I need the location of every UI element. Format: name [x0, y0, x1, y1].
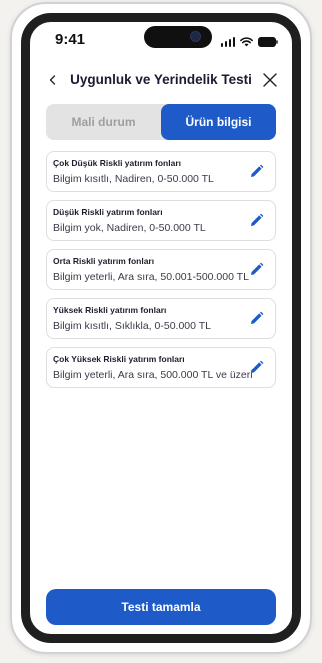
pencil-icon[interactable]	[248, 359, 265, 376]
list-item[interactable]: Yüksek Riskli yatırım fonları Bilgim kıs…	[46, 298, 276, 339]
tab-urun-bilgisi[interactable]: Ürün bilgisi	[161, 104, 276, 140]
pencil-icon[interactable]	[248, 310, 265, 327]
list-item[interactable]: Orta Riskli yatırım fonları Bilgim yeter…	[46, 249, 276, 290]
chevron-left-icon[interactable]	[44, 71, 62, 89]
wifi-icon	[240, 37, 253, 47]
screen: 9:41 Uygunluk ve Yerindelik Testi Mali d…	[21, 13, 301, 643]
pencil-icon[interactable]	[248, 261, 265, 278]
status-time: 9:41	[55, 31, 86, 48]
item-detail: Bilgim yeterli, Ara sıra, 50.001-500.000…	[53, 271, 249, 283]
item-title: Çok Yüksek Riskli yatırım fonları	[53, 354, 185, 364]
signal-icon	[220, 37, 235, 47]
status-bar: 9:41	[30, 22, 292, 56]
camera-icon	[191, 32, 200, 41]
page-title: Uygunluk ve Yerindelik Testi	[70, 72, 252, 87]
list-item[interactable]: Düşük Riskli yatırım fonları Bilgim yok,…	[46, 200, 276, 241]
pencil-icon[interactable]	[248, 212, 265, 229]
list-item[interactable]: Çok Yüksek Riskli yatırım fonları Bilgim…	[46, 347, 276, 388]
item-title: Çok Düşük Riskli yatırım fonları	[53, 158, 182, 168]
close-icon[interactable]	[260, 70, 280, 90]
list-item[interactable]: Çok Düşük Riskli yatırım fonları Bilgim …	[46, 151, 276, 192]
tab-mali-durum[interactable]: Mali durum	[46, 104, 161, 140]
fund-list: Çok Düşük Riskli yatırım fonları Bilgim …	[46, 151, 276, 396]
item-title: Orta Riskli yatırım fonları	[53, 256, 155, 266]
segmented-control: Mali durum Ürün bilgisi	[46, 104, 276, 140]
item-detail: Bilgim yeterli, Ara sıra, 500.000 TL ve …	[53, 369, 253, 381]
status-icons	[220, 35, 279, 47]
phone-frame: 9:41 Uygunluk ve Yerindelik Testi Mali d…	[10, 2, 312, 654]
header: Uygunluk ve Yerindelik Testi	[30, 68, 292, 94]
item-title: Yüksek Riskli yatırım fonları	[53, 305, 167, 315]
item-title: Düşük Riskli yatırım fonları	[53, 207, 163, 217]
dynamic-island	[144, 26, 212, 48]
item-detail: Bilgim kısıtlı, Sıklıkla, 0-50.000 TL	[53, 320, 211, 332]
pencil-icon[interactable]	[248, 163, 265, 180]
battery-icon	[258, 37, 278, 47]
item-detail: Bilgim yok, Nadiren, 0-50.000 TL	[53, 222, 206, 234]
complete-test-button[interactable]: Testi tamamla	[46, 589, 276, 625]
item-detail: Bilgim kısıtlı, Nadiren, 0-50.000 TL	[53, 173, 214, 185]
